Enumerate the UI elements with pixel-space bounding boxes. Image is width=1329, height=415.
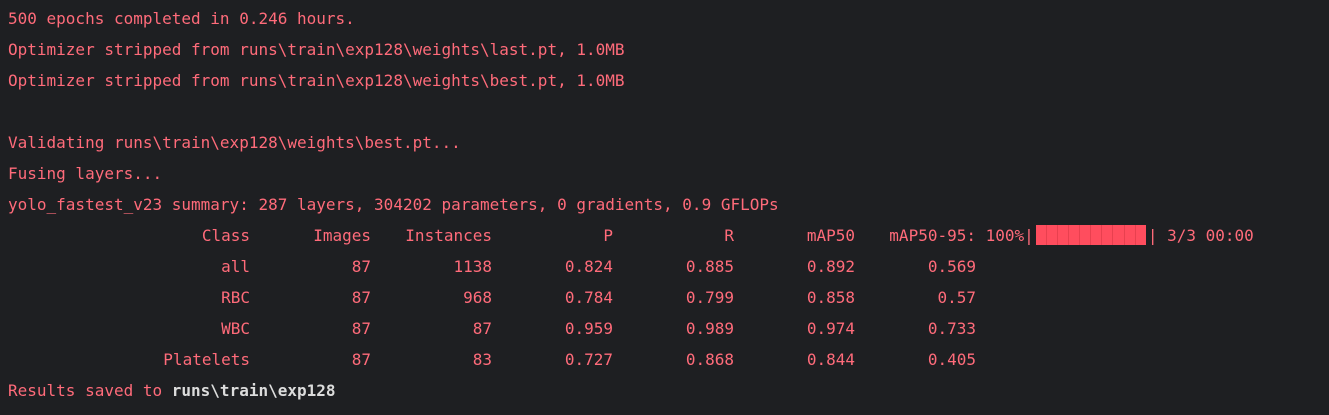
fusing-layers-line: Fusing layers... <box>8 164 163 183</box>
progress-percent: 100%| <box>985 226 1034 245</box>
row-map50-95: 0.733 <box>927 319 976 338</box>
row-map50: 0.974 <box>806 319 855 338</box>
header-map50: mAP50 <box>806 226 855 245</box>
header-instances: Instances <box>405 226 492 245</box>
header-images: Images <box>313 226 371 245</box>
validating-line: Validating runs\train\exp128\weights\bes… <box>8 133 461 152</box>
row-r: 0.989 <box>685 319 734 338</box>
results-saved-line: Results saved to runs\train\exp128 <box>8 375 1329 406</box>
row-instances: 87 <box>472 319 492 338</box>
row-class: RBC <box>221 288 250 307</box>
row-instances: 83 <box>472 350 492 369</box>
row-map50: 0.892 <box>806 257 855 276</box>
optimizer-stripped-best-line: Optimizer stripped from runs\train\exp12… <box>8 71 625 90</box>
metrics-table-header: Class Images Instances P R mAP50 mAP50-9… <box>8 220 1329 251</box>
header-class: Class <box>201 226 250 245</box>
row-p: 0.959 <box>564 319 613 338</box>
row-r: 0.799 <box>685 288 734 307</box>
table-row: all 87 1138 0.824 0.885 0.892 0.569 <box>8 251 1329 282</box>
row-map50-95: 0.405 <box>927 350 976 369</box>
results-path-link[interactable]: runs\train\exp128 <box>172 381 336 400</box>
header-map50-95: mAP50-95: <box>889 226 976 245</box>
row-p: 0.784 <box>564 288 613 307</box>
results-prefix: Results saved to <box>8 381 172 400</box>
row-instances: 968 <box>463 288 492 307</box>
row-p: 0.824 <box>564 257 613 276</box>
row-map50: 0.858 <box>806 288 855 307</box>
table-row: WBC 87 87 0.959 0.989 0.974 0.733 <box>8 313 1329 344</box>
terminal-output: 500 epochs completed in 0.246 hours. Opt… <box>0 0 1329 415</box>
row-class: all <box>221 257 250 276</box>
header-p: P <box>603 226 613 245</box>
row-class: Platelets <box>163 350 250 369</box>
optimizer-stripped-last-line: Optimizer stripped from runs\train\exp12… <box>8 40 625 59</box>
row-r: 0.885 <box>685 257 734 276</box>
model-summary-line: yolo_fastest_v23 summary: 287 layers, 30… <box>8 195 779 214</box>
row-map50: 0.844 <box>806 350 855 369</box>
table-row: Platelets 87 83 0.727 0.868 0.844 0.405 <box>8 344 1329 375</box>
row-map50-95: 0.57 <box>937 288 976 307</box>
row-instances: 1138 <box>453 257 492 276</box>
progress-segment: 100%| | 3/3 00:00 <box>976 220 1254 251</box>
row-images: 87 <box>351 257 371 276</box>
row-images: 87 <box>351 350 371 369</box>
header-r: R <box>724 226 734 245</box>
table-row: RBC 87 968 0.784 0.799 0.858 0.57 <box>8 282 1329 313</box>
row-map50-95: 0.569 <box>927 257 976 276</box>
progress-count: | 3/3 00:00 <box>1147 226 1254 245</box>
row-p: 0.727 <box>564 350 613 369</box>
row-images: 87 <box>351 288 371 307</box>
epochs-completed-line: 500 epochs completed in 0.246 hours. <box>8 9 355 28</box>
progress-bar <box>1035 224 1146 245</box>
row-class: WBC <box>221 319 250 338</box>
row-images: 87 <box>351 319 371 338</box>
row-r: 0.868 <box>685 350 734 369</box>
